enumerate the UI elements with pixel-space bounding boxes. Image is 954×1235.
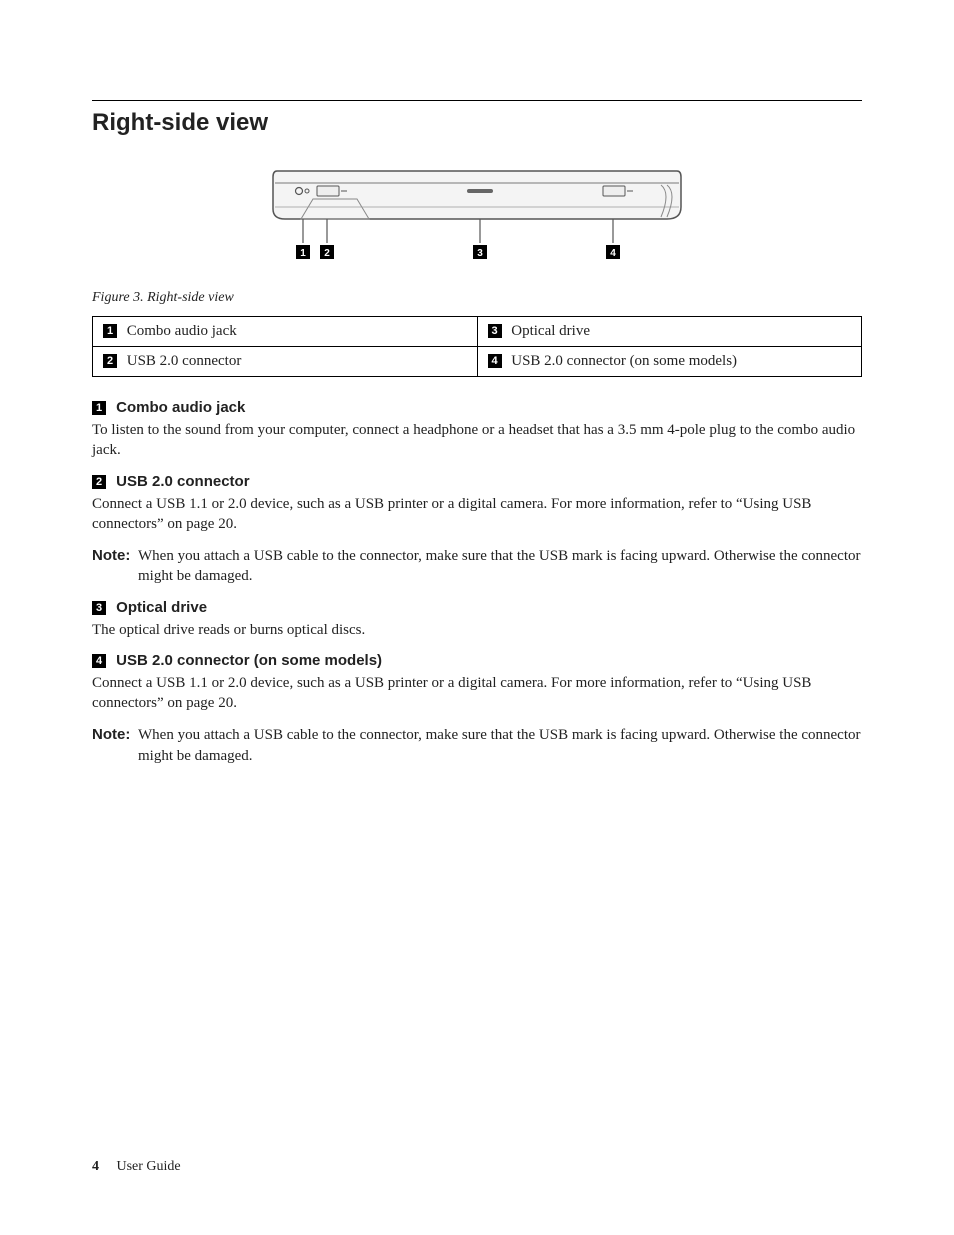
doc-title: User Guide [117, 1159, 181, 1174]
callout-cell: 4 USB 2.0 connector (on some models) [477, 347, 862, 377]
item-body: Connect a USB 1.1 or 2.0 device, such as… [92, 673, 862, 714]
item-heading-text: Combo audio jack [116, 399, 245, 416]
callout-number-icon: 3 [488, 324, 502, 338]
note-label: Note: [92, 725, 136, 766]
callout-number-icon: 1 [92, 401, 106, 415]
note-label: Note: [92, 546, 136, 587]
page-footer: 4 User Guide [92, 1159, 181, 1175]
svg-text:4: 4 [610, 248, 616, 259]
note: Note: When you attach a USB cable to the… [92, 546, 862, 587]
item-heading-text: Optical drive [116, 599, 207, 616]
callout-label: USB 2.0 connector [127, 353, 242, 369]
callout-table: 1 Combo audio jack 3 Optical drive 2 USB… [92, 316, 862, 377]
laptop-side-diagram: 1 2 3 4 [267, 163, 687, 273]
callout-number-icon: 1 [103, 324, 117, 338]
item-heading-combo-audio: 1 Combo audio jack [92, 399, 862, 416]
callout-number-icon: 3 [92, 601, 106, 615]
page: Right-side view [0, 0, 954, 1235]
callout-cell: 3 Optical drive [477, 317, 862, 347]
table-row: 1 Combo audio jack 3 Optical drive [93, 317, 862, 347]
svg-text:3: 3 [477, 248, 483, 259]
callout-number-icon: 2 [103, 354, 117, 368]
callout-number-icon: 4 [488, 354, 502, 368]
callout-label: Optical drive [511, 323, 590, 339]
item-heading-usb: 2 USB 2.0 connector [92, 473, 862, 490]
note: Note: When you attach a USB cable to the… [92, 725, 862, 766]
page-number: 4 [92, 1159, 99, 1174]
item-heading-text: USB 2.0 connector [116, 473, 249, 490]
item-heading-text: USB 2.0 connector (on some models) [116, 652, 382, 669]
callout-number-icon: 2 [92, 475, 106, 489]
item-body: Connect a USB 1.1 or 2.0 device, such as… [92, 494, 862, 535]
callout-label: USB 2.0 connector (on some models) [511, 353, 737, 369]
table-row: 2 USB 2.0 connector 4 USB 2.0 connector … [93, 347, 862, 377]
note-text: When you attach a USB cable to the conne… [136, 725, 862, 766]
svg-text:2: 2 [324, 248, 330, 259]
item-body: The optical drive reads or burns optical… [92, 620, 862, 640]
item-body: To listen to the sound from your compute… [92, 420, 862, 461]
svg-text:1: 1 [300, 248, 306, 259]
figure-caption: Figure 3. Right-side view [92, 290, 862, 306]
top-rule [92, 100, 862, 101]
note-text: When you attach a USB cable to the conne… [136, 546, 862, 587]
callout-number-icon: 4 [92, 654, 106, 668]
callout-cell: 2 USB 2.0 connector [93, 347, 478, 377]
item-heading-optical: 3 Optical drive [92, 599, 862, 616]
callout-label: Combo audio jack [127, 323, 237, 339]
item-heading-usb-some: 4 USB 2.0 connector (on some models) [92, 652, 862, 669]
section-title: Right-side view [92, 109, 862, 137]
callout-cell: 1 Combo audio jack [93, 317, 478, 347]
figure-right-side-view: 1 2 3 4 [92, 163, 862, 278]
